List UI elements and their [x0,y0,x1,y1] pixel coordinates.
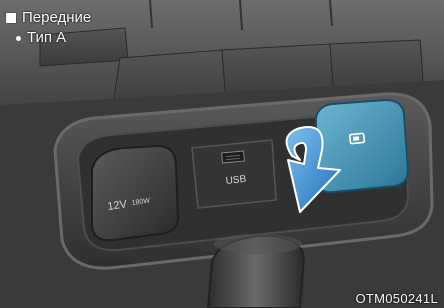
round-bullet-icon [16,35,21,41]
square-bullet-icon [6,13,16,23]
usb-icon [221,150,245,164]
caption-labels: Передние Тип А [6,8,91,48]
gear-lever [206,234,306,308]
power-socket-12v: 12V 180W [91,144,180,242]
console-photo: 12V 180W USB Передние Тип А OTM050241L [0,0,444,308]
usb-port[interactable]: USB [191,139,277,209]
usb-label: USB [225,174,247,187]
variant-title: Тип А [6,28,91,48]
section-title: Передние [6,8,91,28]
figure-code: OTM050241L [355,291,438,306]
section-label: Передние [22,9,92,26]
variant-label: Тип А [27,29,67,46]
